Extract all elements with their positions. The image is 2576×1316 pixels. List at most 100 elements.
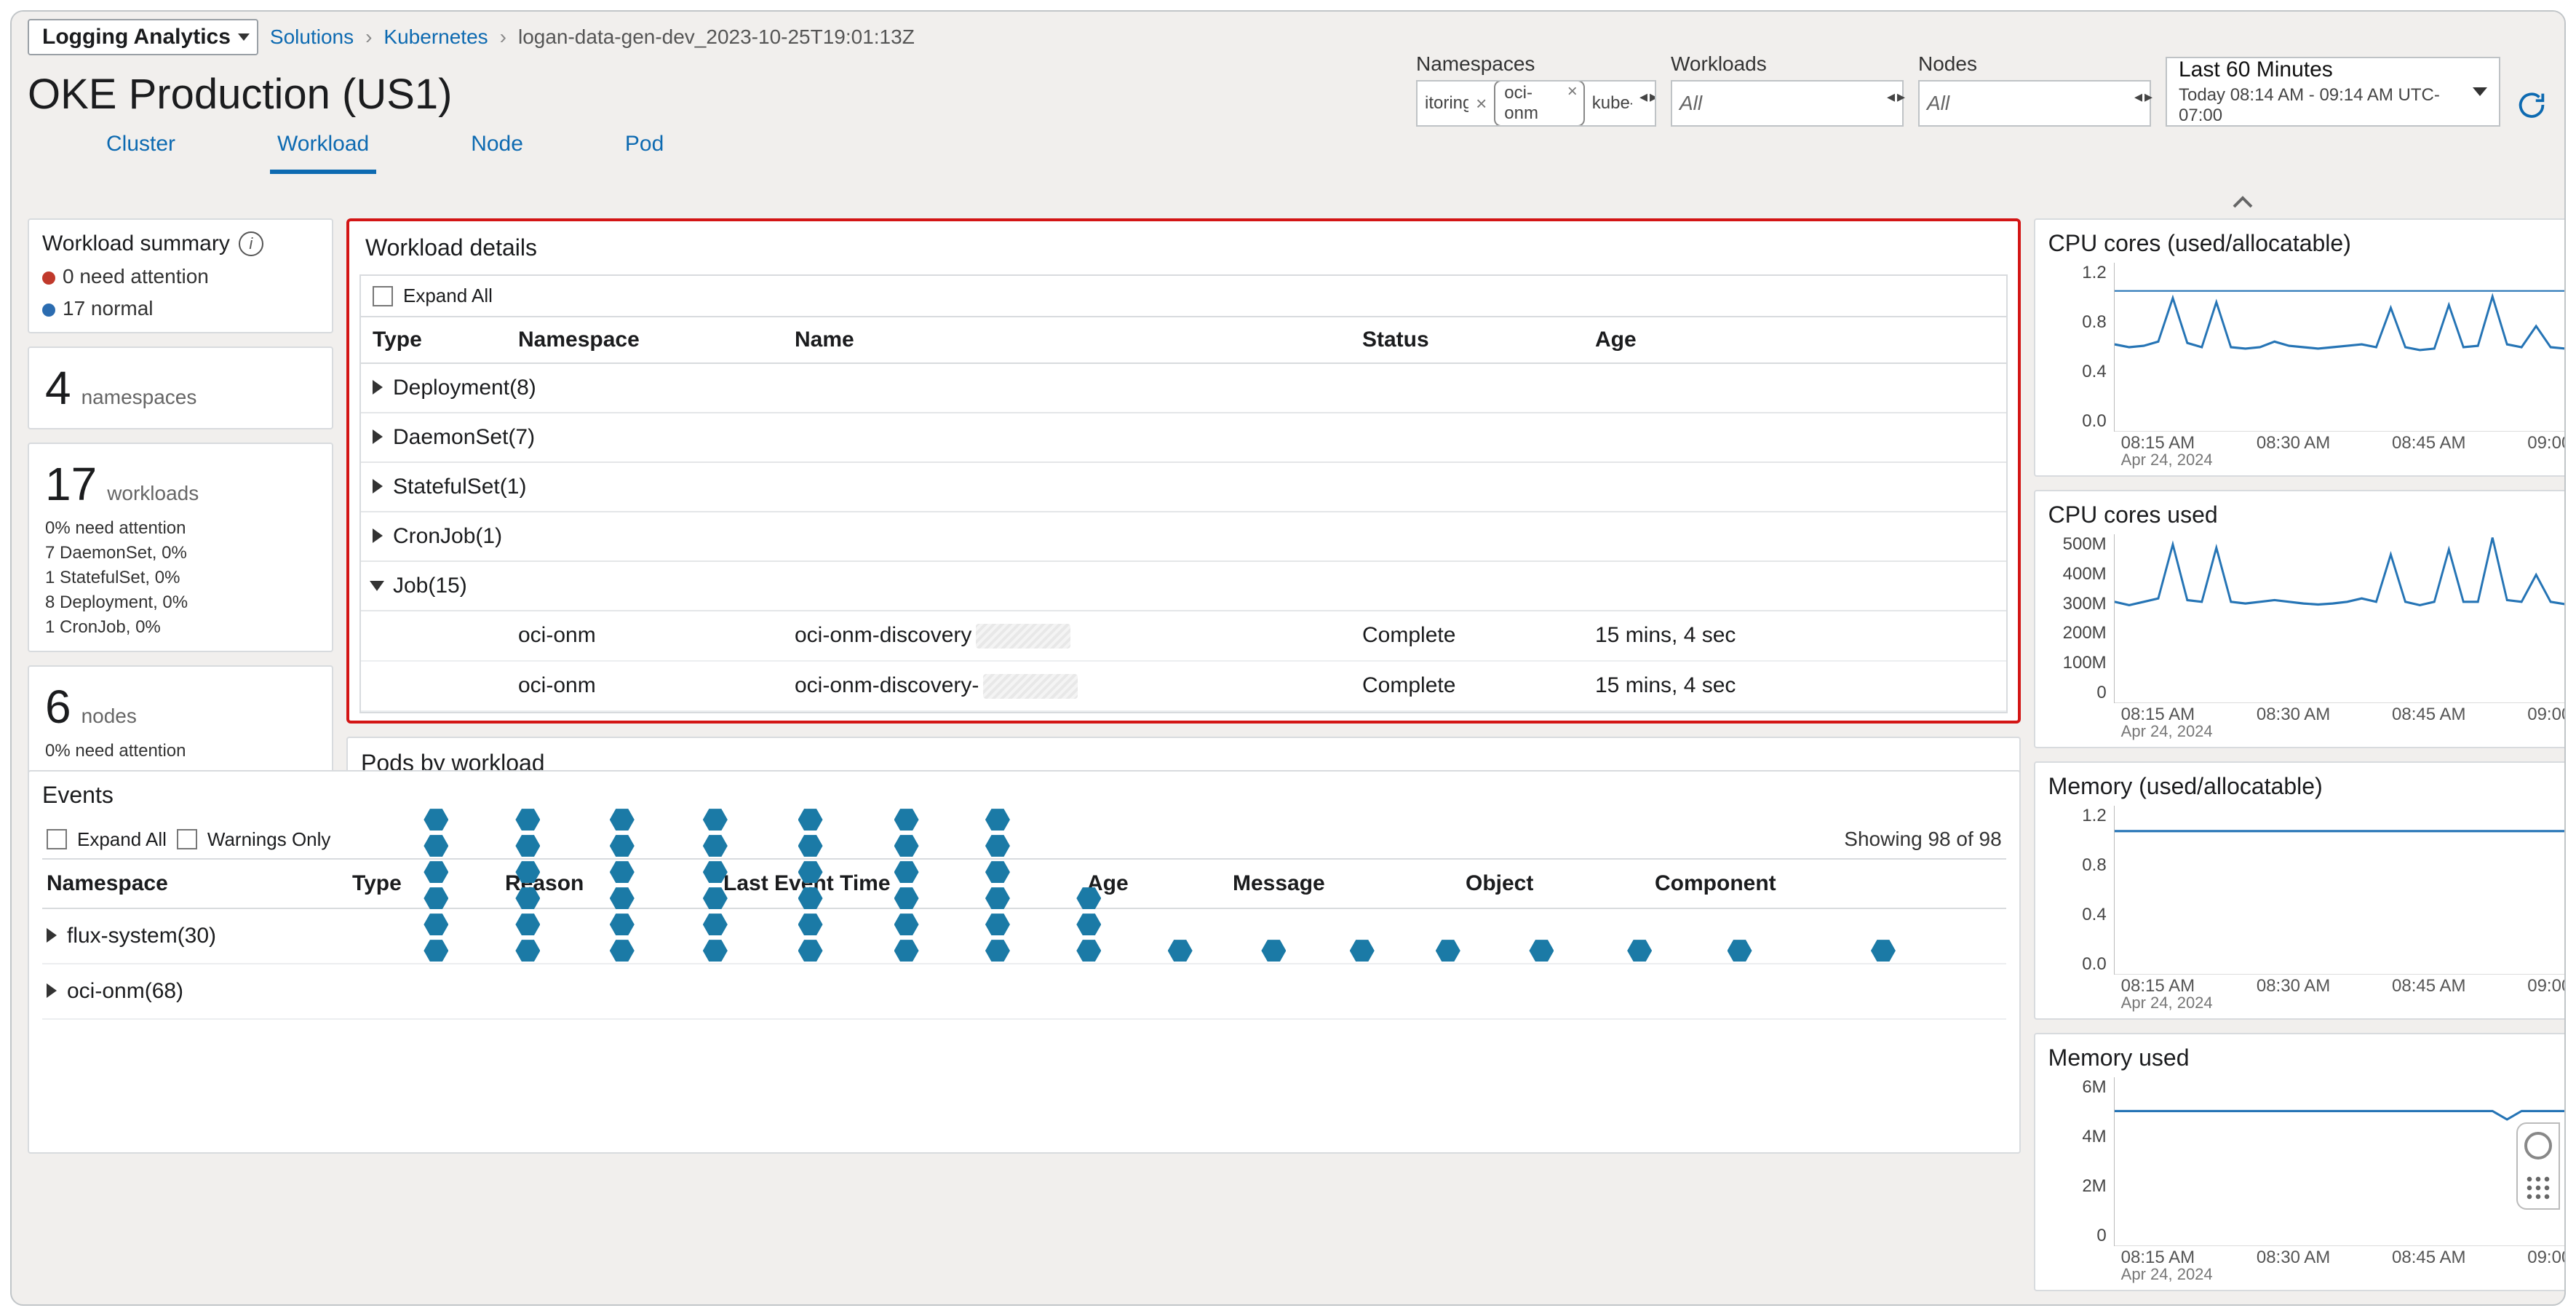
expand-all-checkbox[interactable] xyxy=(373,286,393,306)
workload-group-row[interactable]: CronJob(1) xyxy=(361,512,2006,562)
th-age: Age xyxy=(1595,328,1995,352)
workload-group-row[interactable]: DaemonSet(7) xyxy=(361,413,2006,463)
caret-icon xyxy=(373,380,383,395)
chart-title: CPU cores (used/allocatable) xyxy=(2048,230,2566,257)
namespaces-filter-label: Namespaces xyxy=(1416,52,1656,76)
workload-details-panel: Workload details Expand All Type Namespa… xyxy=(346,218,2021,724)
stat-workloads-label: workloads xyxy=(107,482,199,505)
namespaces-filter[interactable]: itoring× oci-onm kube- ◂ ▸ xyxy=(1416,80,1656,127)
event-group-row[interactable]: oci-onm(68) xyxy=(42,964,2006,1020)
tab-node[interactable]: Node xyxy=(464,122,530,174)
help-icon[interactable] xyxy=(2524,1132,2552,1160)
events-expand-all-checkbox[interactable] xyxy=(47,829,67,849)
context-selector[interactable]: Logging Analytics xyxy=(28,19,258,55)
event-group-row[interactable]: flux-system(30) xyxy=(42,909,2006,964)
x-axis-ticks: 08:15 AM08:30 AM08:45 AM09:00 AM xyxy=(2114,976,2566,996)
filter-scroll-left-icon[interactable]: ◂ xyxy=(1639,90,1647,103)
tab-workload[interactable]: Workload xyxy=(270,122,376,174)
filter-scroll-left-icon[interactable]: ◂ xyxy=(1887,90,1895,103)
chevron-icon: › xyxy=(500,25,506,49)
legend-need-attention: 0 need attention xyxy=(63,265,209,288)
stat-namespaces-n: 4 xyxy=(45,361,71,415)
stat-namespaces[interactable]: 4 namespaces xyxy=(28,346,333,429)
row-name: oci-onm-discovery- xyxy=(795,673,1362,699)
workload-group-row[interactable]: Deployment(8) xyxy=(361,364,2006,413)
filter-scroll-right-icon[interactable]: ▸ xyxy=(1897,90,1905,103)
workload-row[interactable]: oci-onmoci-onm-discovery-Complete15 mins… xyxy=(361,662,2006,712)
stat-workloads-line0: 7 DaemonSet, 0% xyxy=(45,543,316,563)
chart-title: Memory used xyxy=(2048,1045,2566,1071)
y-axis-ticks: 1.20.80.40.0 xyxy=(2048,263,2107,432)
caret-icon xyxy=(47,983,57,998)
workload-group-row[interactable]: StatefulSet(1) xyxy=(361,463,2006,512)
events-showing: Showing 98 of 98 xyxy=(1844,828,2001,851)
breadcrumb-link-kubernetes[interactable]: Kubernetes xyxy=(383,25,488,49)
caret-icon xyxy=(373,429,383,444)
x-axis-ticks: 08:15 AM08:30 AM08:45 AM09:00 AM xyxy=(2114,433,2566,453)
ev-th-object: Object xyxy=(1466,871,1655,896)
time-range-select[interactable]: Last 60 Minutes Today 08:14 AM - 09:14 A… xyxy=(2166,57,2500,127)
plot-area xyxy=(2114,263,2566,432)
ev-th-age: Age xyxy=(1087,871,1233,896)
nodes-filter-value: All xyxy=(1927,92,1949,115)
events-expand-all-label: Expand All xyxy=(77,828,167,851)
workload-details-title: Workload details xyxy=(365,234,2002,261)
chart-cpu-used: CPU cores used500M400M300M200M100M008:15… xyxy=(2034,490,2566,748)
workloads-filter[interactable]: All ◂ ▸ xyxy=(1671,80,1904,127)
th-namespace: Namespace xyxy=(518,328,795,352)
stat-namespaces-label: namespaces xyxy=(82,386,197,409)
chart-memory-used: Memory used6M4M2M008:15 AM08:30 AM08:45 … xyxy=(2034,1033,2566,1291)
workload-group-row[interactable]: Job(15) xyxy=(361,562,2006,611)
y-axis-ticks: 500M400M300M200M100M0 xyxy=(2048,534,2107,703)
workloads-filter-value: All xyxy=(1679,92,1702,115)
legend-normal: 17 normal xyxy=(63,297,154,320)
filter-scroll-right-icon[interactable]: ▸ xyxy=(2144,90,2152,103)
plot-area xyxy=(2114,806,2566,975)
stat-nodes[interactable]: 6nodes 0% need attention xyxy=(28,665,333,776)
filter-scroll-right-icon[interactable]: ▸ xyxy=(1650,90,1656,103)
breadcrumb-link-solutions[interactable]: Solutions xyxy=(270,25,354,49)
stat-workloads-line1: 1 StatefulSet, 0% xyxy=(45,568,316,588)
ev-th-message: Message xyxy=(1233,871,1466,896)
workload-table-header: Type Namespace Name Status Age xyxy=(361,316,2006,364)
tab-cluster[interactable]: Cluster xyxy=(99,122,183,174)
row-name: oci-onm-discovery xyxy=(795,623,1362,649)
app-switcher-icon[interactable] xyxy=(2525,1175,2551,1201)
workload-row[interactable]: oci-onmoci-onm-discoveryComplete15 mins,… xyxy=(361,611,2006,662)
chevron-up-icon[interactable] xyxy=(2227,186,2259,218)
plot-area xyxy=(2114,534,2566,703)
ev-th-component: Component xyxy=(1655,871,2002,896)
refresh-icon[interactable] xyxy=(2515,88,2548,127)
caret-icon xyxy=(373,479,383,494)
stat-workloads[interactable]: 17workloads 0% need attention 7 DaemonSe… xyxy=(28,443,333,652)
nodes-filter-label: Nodes xyxy=(1918,52,2151,76)
workloads-filter-label: Workloads xyxy=(1671,52,1904,76)
dot-red-icon xyxy=(42,271,55,285)
info-icon[interactable]: i xyxy=(239,231,263,256)
events-warnings-only-checkbox[interactable] xyxy=(177,829,197,849)
nodes-filter[interactable]: All ◂ ▸ xyxy=(1918,80,2151,127)
caret-icon xyxy=(373,528,383,543)
namespace-chip[interactable]: oci-onm xyxy=(1494,80,1584,127)
ev-th-namespace: Namespace xyxy=(47,871,352,896)
floating-toolbox[interactable] xyxy=(2516,1122,2560,1210)
x-axis-ticks: 08:15 AM08:30 AM08:45 AM09:00 AM xyxy=(2114,705,2566,725)
filter-scroll-left-icon[interactable]: ◂ xyxy=(2134,90,2142,103)
workload-summary-title: Workload summary xyxy=(42,231,230,256)
expand-all-label: Expand All xyxy=(403,285,493,307)
namespace-chip-trunc[interactable]: itoring xyxy=(1425,93,1468,114)
row-status: Complete xyxy=(1362,673,1595,699)
caret-icon xyxy=(47,928,57,943)
stat-workloads-line2: 8 Deployment, 0% xyxy=(45,592,316,613)
context-selector-label: Logging Analytics xyxy=(42,25,231,49)
events-warnings-only-label: Warnings Only xyxy=(207,828,331,851)
namespace-chip-trunc2[interactable]: kube- xyxy=(1592,93,1632,114)
events-panel: Events Expand All Warnings Only Showing … xyxy=(28,770,2021,1154)
tab-pod[interactable]: Pod xyxy=(618,122,671,174)
chart-title: Memory (used/allocatable) xyxy=(2048,773,2566,800)
th-type: Type xyxy=(373,328,518,352)
chevron-icon: › xyxy=(365,25,372,49)
stat-nodes-label: nodes xyxy=(82,705,137,728)
events-table-header: Namespace Type Reason Last Event Time Ag… xyxy=(42,858,2006,909)
chart-cpu-allocatable: CPU cores (used/allocatable) 1.20.80.40.0… xyxy=(2034,218,2566,477)
